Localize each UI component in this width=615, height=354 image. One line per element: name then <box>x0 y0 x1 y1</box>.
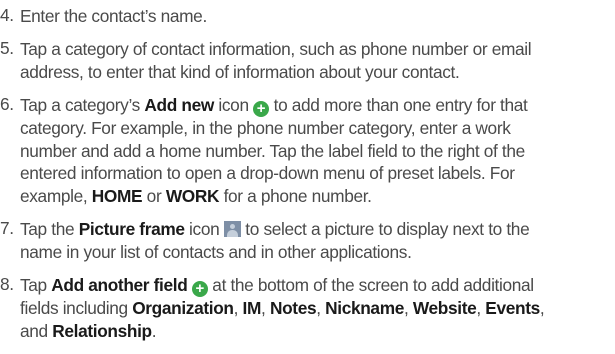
step-text: example, HOME or WORK for a phone number… <box>20 185 372 206</box>
add-field-icon: + <box>191 281 208 297</box>
step-text: address, to enter that kind of informati… <box>20 61 460 82</box>
add-new-icon: + <box>253 101 270 117</box>
step-text: category. For example, in the phone numb… <box>20 118 511 138</box>
add-new-label: Add new <box>144 95 214 115</box>
step-number: 7. <box>0 218 14 238</box>
step-number: 5. <box>0 38 14 58</box>
instructions: 4. Enter the contact’s name. 5. Tap a ca… <box>0 0 615 354</box>
step-text: Tap the Picture frame icon to select a p… <box>20 219 530 239</box>
step-text: Tap a category of contact information, s… <box>20 39 532 59</box>
step-text: Tap Add another field + at the bottom of… <box>20 275 534 297</box>
step-number: 4. <box>0 5 14 25</box>
step-text: entered information to open a drop-down … <box>20 163 515 183</box>
step-4: 4. Enter the contact’s name. <box>0 5 612 28</box>
step-7: 7. Tap the Picture frame icon to select … <box>0 218 612 263</box>
picture-frame-label: Picture frame <box>78 219 185 239</box>
step-5: 5. Tap a category of contact information… <box>0 38 612 83</box>
step-8: 8. Tap Add another field + at the bottom… <box>0 274 612 342</box>
step-text: and Relationship. <box>20 320 157 341</box>
step-number: 6. <box>0 94 14 114</box>
step-6: 6. Tap a category’s Add new icon + to ad… <box>0 94 612 207</box>
step-text: number and add a home number. Tap the la… <box>20 140 525 161</box>
step-text: Tap a category’s Add new icon + to add m… <box>20 95 528 117</box>
step-number: 8. <box>0 274 14 294</box>
step-text: fields including Organization, IM, Notes… <box>20 298 545 318</box>
step-text: Enter the contact’s name. <box>20 6 207 26</box>
step-text: name in your list of contacts and in oth… <box>20 241 412 262</box>
picture-frame-icon <box>223 221 241 237</box>
add-another-field-label: Add another field <box>51 275 188 295</box>
